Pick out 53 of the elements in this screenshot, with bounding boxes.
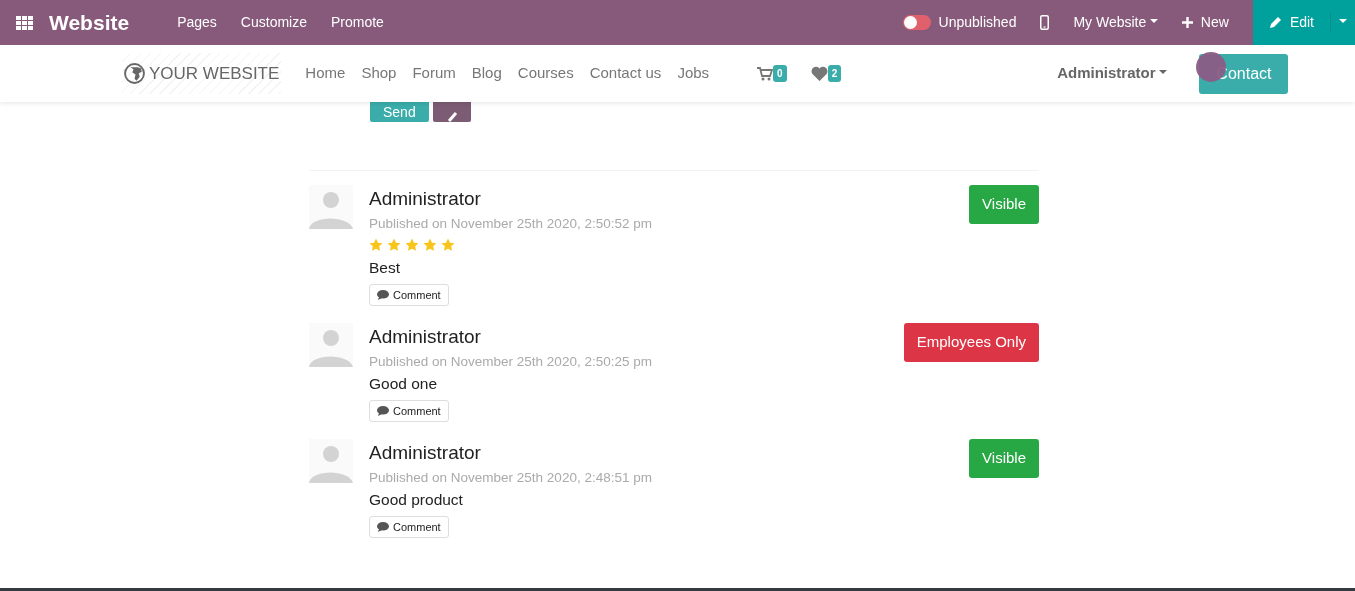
- publish-status: Unpublished: [938, 13, 1017, 32]
- publish-toggle[interactable]: [902, 15, 931, 30]
- review-author: Administrator: [369, 325, 482, 349]
- review-author: Administrator: [369, 441, 482, 465]
- topbar-menu-item[interactable]: Promote: [331, 12, 384, 33]
- review-text: Good product: [369, 489, 464, 510]
- nav-link-item[interactable]: Home: [305, 62, 346, 85]
- nav-link-item[interactable]: Forum: [412, 62, 456, 85]
- cart-link[interactable]: 0: [757, 65, 787, 82]
- cart-count: 0: [773, 65, 787, 82]
- mobile-icon[interactable]: [1040, 15, 1050, 30]
- nav-link-item[interactable]: Blog: [471, 62, 502, 85]
- review-text: Best: [369, 257, 401, 278]
- star-icon: [369, 237, 383, 252]
- comment-button[interactable]: Comment: [369, 283, 449, 307]
- review-date: Published on November 25th 2020, 2:50:52 pm: [369, 214, 653, 233]
- site-logo[interactable]: YOUR WEBSITE: [122, 52, 282, 95]
- nav-link-item[interactable]: Jobs: [677, 62, 710, 85]
- app-title: Website: [49, 9, 130, 36]
- review-date: Published on November 25th 2020, 2:48:51 pm: [369, 468, 653, 487]
- nav-link-item[interactable]: Contact us: [589, 62, 662, 85]
- new-button[interactable]: New: [1181, 12, 1229, 33]
- user-dropdown[interactable]: Administrator: [1057, 62, 1168, 85]
- star-icon: [387, 237, 401, 252]
- apps-menu-icon[interactable]: [16, 15, 33, 30]
- speech-bubble-icon: [377, 290, 389, 300]
- review-author: Administrator: [369, 187, 482, 211]
- send-button[interactable]: Send: [370, 102, 429, 122]
- comment-button[interactable]: Comment: [369, 399, 449, 423]
- review-date: Published on November 25th 2020, 2:50:25 pm: [369, 352, 653, 371]
- nav-link-item[interactable]: Shop: [361, 62, 397, 85]
- pencil-icon: [1268, 16, 1282, 29]
- topbar-menu-item[interactable]: Customize: [240, 12, 307, 33]
- cart-icon: [757, 66, 774, 81]
- status-button[interactable]: Visible: [969, 439, 1039, 478]
- topbar-menu-item[interactable]: Pages: [177, 12, 217, 33]
- status-button[interactable]: Employees Only: [903, 323, 1039, 362]
- comment-button[interactable]: Comment: [369, 515, 449, 539]
- wishlist-link[interactable]: 2: [810, 65, 842, 82]
- heart-icon: [810, 66, 828, 81]
- nav-link-item[interactable]: Courses: [517, 62, 574, 85]
- attach-button[interactable]: [432, 102, 471, 122]
- globe-icon: [124, 63, 145, 84]
- review-text: Good one: [369, 373, 439, 394]
- star-icon: [441, 237, 455, 252]
- star-icon: [423, 237, 437, 252]
- wishlist-count: 2: [827, 65, 842, 82]
- speech-bubble-icon: [377, 406, 389, 416]
- star-icon: [405, 237, 419, 252]
- plus-icon: [1181, 17, 1193, 28]
- speech-bubble-icon: [377, 522, 389, 532]
- website-dropdown[interactable]: My Website: [1073, 12, 1158, 33]
- status-button[interactable]: Visible: [969, 185, 1039, 224]
